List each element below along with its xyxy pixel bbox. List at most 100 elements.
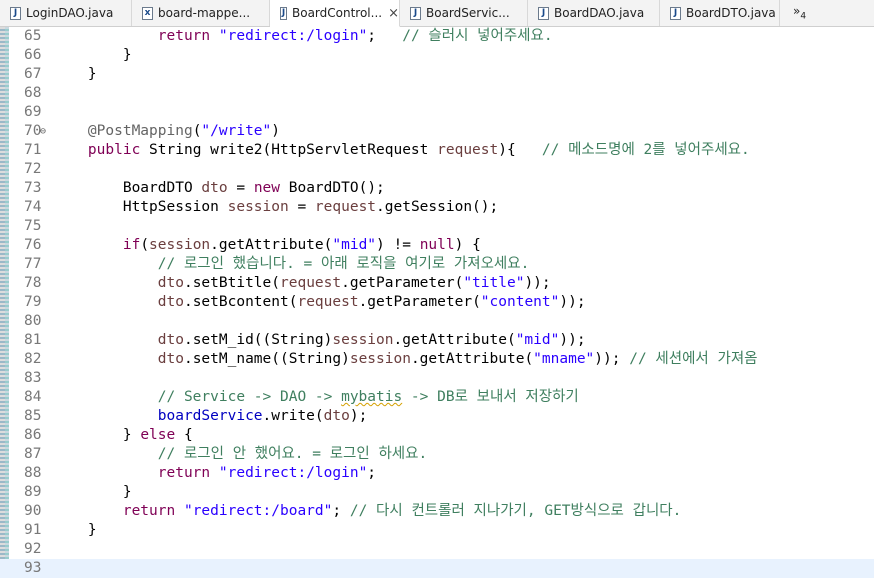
line-number: 66 <box>24 47 42 63</box>
line-number: 71 <box>24 142 42 158</box>
code-token: dto <box>323 408 350 424</box>
line-number: 91 <box>24 522 42 538</box>
code-line: 89 } <box>0 483 874 502</box>
code-token: request <box>314 199 377 215</box>
code-token: .setM_id((String) <box>183 332 333 348</box>
code-token: ; <box>332 503 350 519</box>
code-token: else <box>140 427 176 443</box>
code-token: null <box>419 237 455 253</box>
line-number: 78 <box>24 275 42 291</box>
code-token: return <box>157 465 211 481</box>
code-text: dto.setBtitle(request.getParameter("titl… <box>53 274 551 293</box>
tab-label: BoardServic... <box>426 6 510 20</box>
java-file-icon: J <box>410 6 421 20</box>
code-token: // 다시 컨트롤러 지나가기, GET방식으로 갑니다. <box>349 503 682 519</box>
code-text: // 로그인 했습니다. = 아래 로직을 여기로 가져오세요. <box>53 255 530 274</box>
code-line: 70 ⊖ @PostMapping("/write") <box>0 122 874 141</box>
code-editor[interactable]: 65 return "redirect:/login"; // 슬러시 넣어주세… <box>0 27 874 578</box>
code-token: "mid" <box>515 332 560 348</box>
code-token: "mid" <box>332 237 377 253</box>
tab-overflow-button[interactable]: »4 <box>793 4 806 21</box>
code-token: = <box>227 180 254 196</box>
code-line: 91 } <box>0 521 874 540</box>
code-token: { <box>175 427 193 443</box>
code-token: } <box>53 484 132 500</box>
code-token: BoardDTO(); <box>280 180 385 196</box>
code-line: 86 } else { <box>0 426 874 445</box>
line-number: 80 <box>24 313 42 329</box>
code-token: // 로그인 했습니다. = 아래 로직을 여기로 가져오세요. <box>157 256 530 272</box>
code-token: dto <box>157 275 184 291</box>
tab-5[interactable]: J BoardDTO.java <box>660 0 780 26</box>
tab-0[interactable]: J LoginDAO.java <box>0 0 132 26</box>
line-number: 75 <box>24 218 42 234</box>
code-token: mybatis <box>341 389 403 405</box>
code-token: BoardDTO <box>53 180 202 196</box>
line-number: 76 <box>24 237 42 253</box>
code-token: ( <box>140 237 150 253</box>
code-token: // Service -> DAO -> <box>157 389 342 405</box>
code-token: } <box>53 66 97 82</box>
code-line: 80 <box>0 312 874 331</box>
java-file-icon: J <box>670 6 681 20</box>
code-token: "redirect:/board" <box>183 503 333 519</box>
tab-label: BoardDAO.java <box>554 6 645 20</box>
tab-label: BoardDTO.java <box>686 6 776 20</box>
code-token: // 슬러시 넣어주세요. <box>402 28 553 44</box>
code-token: .getAttribute( <box>410 351 534 367</box>
code-token: "redirect:/login" <box>218 465 368 481</box>
line-number: 65 <box>24 28 42 44</box>
code-line: 69 <box>0 103 874 122</box>
line-number: 90 <box>24 503 42 519</box>
code-text: dto.setM_id((String)session.getAttribute… <box>53 331 586 350</box>
code-token: request <box>297 294 359 310</box>
code-text: HttpSession session = request.getSession… <box>53 198 498 217</box>
line-number: 85 <box>24 408 42 424</box>
code-token: ) <box>271 123 280 139</box>
code-text: return "redirect:/board"; // 다시 컨트롤러 지나가… <box>53 502 682 521</box>
code-token: public <box>87 142 141 158</box>
code-line: 87 // 로그인 안 했어요. = 로그인 하세요. <box>0 445 874 464</box>
xml-file-icon: x <box>142 6 153 20</box>
code-text: return "redirect:/login"; <box>53 464 376 483</box>
line-number: 87 <box>24 446 42 462</box>
code-token: dto <box>157 351 184 367</box>
tab-3[interactable]: J BoardServic... <box>400 0 528 26</box>
line-number: 72 <box>24 161 42 177</box>
code-token: )); <box>524 275 551 291</box>
code-token: dto <box>201 180 228 196</box>
code-line: 74 HttpSession session = request.getSess… <box>0 198 874 217</box>
code-token: .setM_name((String) <box>183 351 350 367</box>
editor-tab-bar: J LoginDAO.java x board-mappe... J BoardContr… <box>0 0 874 27</box>
close-icon[interactable]: × <box>388 6 399 21</box>
code-token: "redirect:/login" <box>218 28 368 44</box>
line-number: 88 <box>24 465 42 481</box>
code-token: } <box>53 427 141 443</box>
code-token: .getAttribute( <box>393 332 516 348</box>
code-token: ; <box>367 465 377 481</box>
line-number: 83 <box>24 370 42 386</box>
code-token: ; <box>367 28 403 44</box>
code-text: @PostMapping("/write") <box>53 122 280 141</box>
line-number: 93 <box>24 560 42 576</box>
tab-2[interactable]: J BoardControl... × <box>270 0 400 27</box>
tab-4[interactable]: J BoardDAO.java <box>528 0 660 26</box>
code-text: return "redirect:/login"; // 슬러시 넣어주세요. <box>53 27 553 46</box>
code-text: } else { <box>53 426 193 445</box>
code-token: } <box>53 522 97 538</box>
line-number: 81 <box>24 332 42 348</box>
code-token: session <box>349 351 411 367</box>
fold-collapse-icon[interactable]: ⊖ <box>40 122 46 141</box>
code-token: .getSession(); <box>376 199 499 215</box>
code-token: return <box>122 503 176 519</box>
code-line: 77 // 로그인 했습니다. = 아래 로직을 여기로 가져오세요. <box>0 255 874 274</box>
line-number: 84 <box>24 389 42 405</box>
tab-1[interactable]: x board-mappe... <box>132 0 270 26</box>
